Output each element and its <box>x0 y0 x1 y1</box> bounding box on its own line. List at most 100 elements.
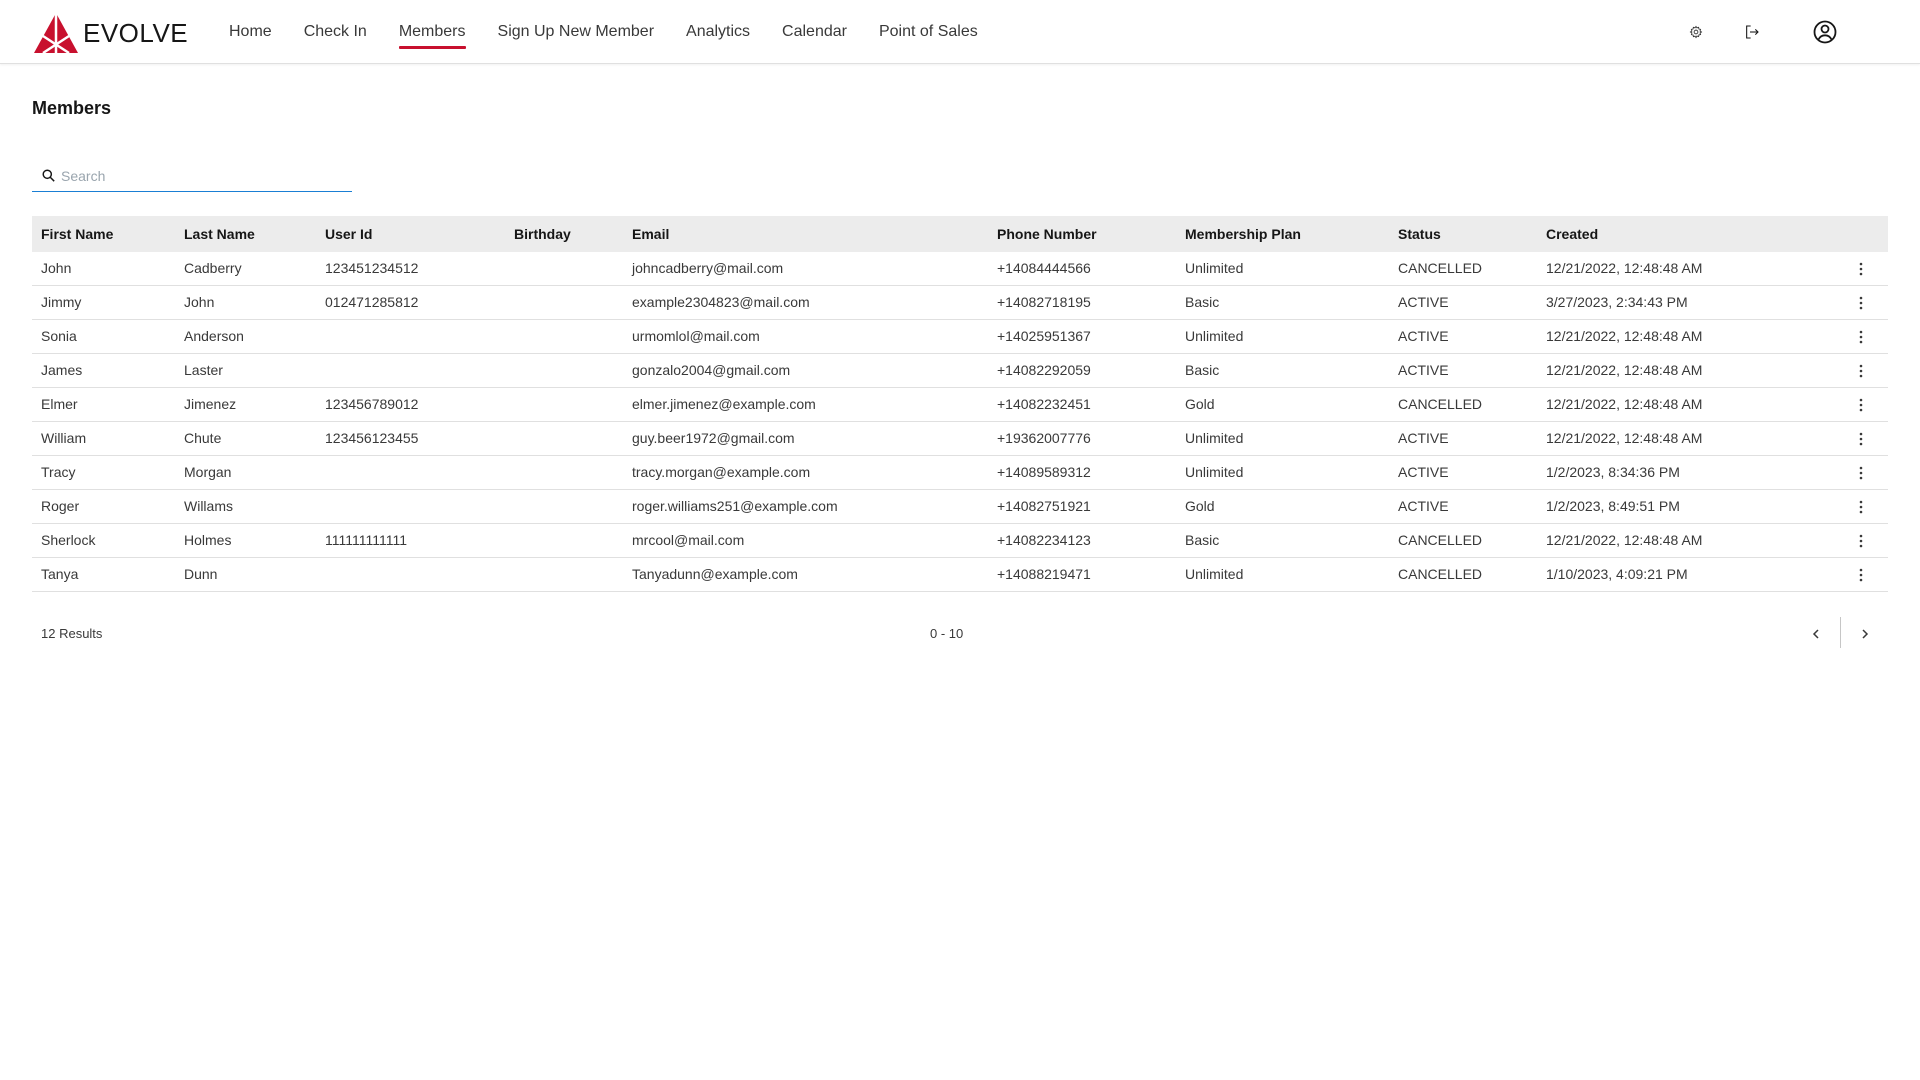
row-actions-button[interactable] <box>1852 461 1870 485</box>
cell-phone-number: +14089589312 <box>997 464 1091 480</box>
search-field[interactable] <box>32 160 352 192</box>
row-actions-button[interactable] <box>1852 393 1870 417</box>
cell-email: roger.williams251@example.com <box>632 498 838 514</box>
table-row[interactable]: Elmer Jimenez 123456789012 elmer.jimenez@ex… <box>32 388 1888 422</box>
table-body: John Cadberry 123451234512 johncadberry@mai… <box>32 252 1888 592</box>
brand-logo[interactable]: EVOLVE <box>33 12 188 54</box>
cell-status: CANCELLED <box>1398 532 1483 548</box>
table-row[interactable]: William Chute 123456123455 guy.beer1972@gma… <box>32 422 1888 456</box>
cell-phone-number: +14088219471 <box>997 566 1091 582</box>
cell-created: 12/21/2022, 12:48:48 AM <box>1546 328 1703 344</box>
column-header-phone-number[interactable]: Phone Number <box>997 216 1097 252</box>
column-header-email[interactable]: Email <box>632 216 669 252</box>
cell-last-name: Laster <box>184 362 223 378</box>
cell-phone-number: +14082292059 <box>997 362 1091 378</box>
row-actions-button[interactable] <box>1852 495 1870 519</box>
row-actions-button[interactable] <box>1852 529 1870 553</box>
cell-last-name: Willams <box>184 498 233 514</box>
cell-user-id: 111111111111 <box>325 532 408 548</box>
cell-created: 1/10/2023, 4:09:21 PM <box>1546 566 1688 582</box>
cell-membership-plan: Gold <box>1185 396 1215 412</box>
cell-first-name: Sonia <box>41 328 77 344</box>
table-row[interactable]: Jimmy John 012471285812 example2304823@mail… <box>32 286 1888 320</box>
cell-first-name: Elmer <box>41 396 78 412</box>
logout-button[interactable] <box>1740 20 1764 44</box>
cell-status: CANCELLED <box>1398 566 1483 582</box>
cell-created: 12/21/2022, 12:48:48 AM <box>1546 260 1703 276</box>
cell-membership-plan: Basic <box>1185 294 1220 310</box>
nav-item-home[interactable]: Home <box>213 0 288 64</box>
column-header-membership-plan[interactable]: Membership Plan <box>1185 216 1301 252</box>
cell-phone-number: +14082718195 <box>997 294 1091 310</box>
nav-item-members[interactable]: Members <box>383 0 482 64</box>
cell-user-id: 123456123455 <box>325 430 419 446</box>
row-actions-button[interactable] <box>1852 427 1870 451</box>
cell-phone-number: +14082751921 <box>997 498 1091 514</box>
cell-phone-number: +14082232451 <box>997 396 1091 412</box>
cell-email: tracy.morgan@example.com <box>632 464 811 480</box>
next-page-button[interactable] <box>1851 620 1879 648</box>
kebab-menu-icon <box>1859 398 1863 412</box>
column-header-created[interactable]: Created <box>1546 216 1598 252</box>
nav-item-sign-up-new-member[interactable]: Sign Up New Member <box>482 0 671 64</box>
table-row[interactable]: Tracy Morgan tracy.morgan@example.com +1408… <box>32 456 1888 490</box>
user-avatar-icon <box>1813 20 1837 44</box>
settings-button[interactable] <box>1684 20 1708 44</box>
cell-status: ACTIVE <box>1398 430 1449 446</box>
column-header-user-id[interactable]: User Id <box>325 216 372 252</box>
row-actions-button[interactable] <box>1852 359 1870 383</box>
user-profile-button[interactable] <box>1810 17 1840 47</box>
kebab-menu-icon <box>1859 534 1863 548</box>
cell-membership-plan: Basic <box>1185 532 1220 548</box>
row-actions-button[interactable] <box>1852 325 1870 349</box>
logout-icon <box>1746 25 1759 39</box>
table-row[interactable]: James Laster gonzalo2004@gmail.com +1408229… <box>32 354 1888 388</box>
table-row[interactable]: Tanya Dunn Tanyadunn@example.com +140882194… <box>32 558 1888 592</box>
cell-last-name: Dunn <box>184 566 218 582</box>
table-pagination: 12 Results 0 - 10 <box>32 616 1888 652</box>
cell-phone-number: +19362007776 <box>997 430 1091 446</box>
kebab-menu-icon <box>1859 568 1863 582</box>
cell-first-name: James <box>41 362 83 378</box>
row-actions-button[interactable] <box>1852 257 1870 281</box>
table-row[interactable]: John Cadberry 123451234512 johncadberry@mai… <box>32 252 1888 286</box>
page-range: 0 - 10 <box>930 626 964 641</box>
brand-name: EVOLVE <box>83 17 189 48</box>
cell-user-id: 012471285812 <box>325 294 419 310</box>
nav-item-point-of-sales[interactable]: Point of Sales <box>863 0 994 64</box>
table-row[interactable]: Roger Willams roger.williams251@example.co… <box>32 490 1888 524</box>
cell-user-id: 123456789012 <box>325 396 419 412</box>
previous-page-button[interactable] <box>1802 620 1830 648</box>
cell-last-name: Morgan <box>184 464 232 480</box>
cell-created: 12/21/2022, 12:48:48 AM <box>1546 396 1703 412</box>
cell-status: ACTIVE <box>1398 294 1449 310</box>
column-header-first-name[interactable]: First Name <box>41 216 113 252</box>
cell-last-name: Cadberry <box>184 260 242 276</box>
cell-first-name: Tanya <box>41 566 79 582</box>
kebab-menu-icon <box>1859 466 1863 480</box>
nav-item-calendar[interactable]: Calendar <box>766 0 863 64</box>
column-header-status[interactable]: Status <box>1398 216 1441 252</box>
nav-item-analytics[interactable]: Analytics <box>670 0 766 64</box>
table-row[interactable]: Sonia Anderson urmomlol@mail.com +140259513… <box>32 320 1888 354</box>
column-header-birthday[interactable]: Birthday <box>514 216 571 252</box>
cell-first-name: Jimmy <box>41 294 82 310</box>
kebab-menu-icon <box>1859 296 1863 310</box>
cell-last-name: Holmes <box>184 532 232 548</box>
cell-phone-number: +14025951367 <box>997 328 1091 344</box>
cell-status: ACTIVE <box>1398 464 1449 480</box>
nav-item-check-in[interactable]: Check In <box>288 0 383 64</box>
cell-created: 12/21/2022, 12:48:48 AM <box>1546 362 1703 378</box>
row-actions-button[interactable] <box>1852 291 1870 315</box>
cell-first-name: Tracy <box>41 464 76 480</box>
members-table: First Name Last Name User Id Birthday Email P… <box>32 216 1888 592</box>
cell-status: ACTIVE <box>1398 328 1449 344</box>
cell-email: gonzalo2004@gmail.com <box>632 362 791 378</box>
cell-email: mrcool@mail.com <box>632 532 745 548</box>
cell-first-name: Roger <box>41 498 80 514</box>
column-header-last-name[interactable]: Last Name <box>184 216 255 252</box>
table-row[interactable]: Sherlock Holmes 111111111111 mrcool@mail.co… <box>32 524 1888 558</box>
row-actions-button[interactable] <box>1852 563 1870 587</box>
cell-last-name: Jimenez <box>184 396 237 412</box>
search-input[interactable] <box>61 167 341 184</box>
